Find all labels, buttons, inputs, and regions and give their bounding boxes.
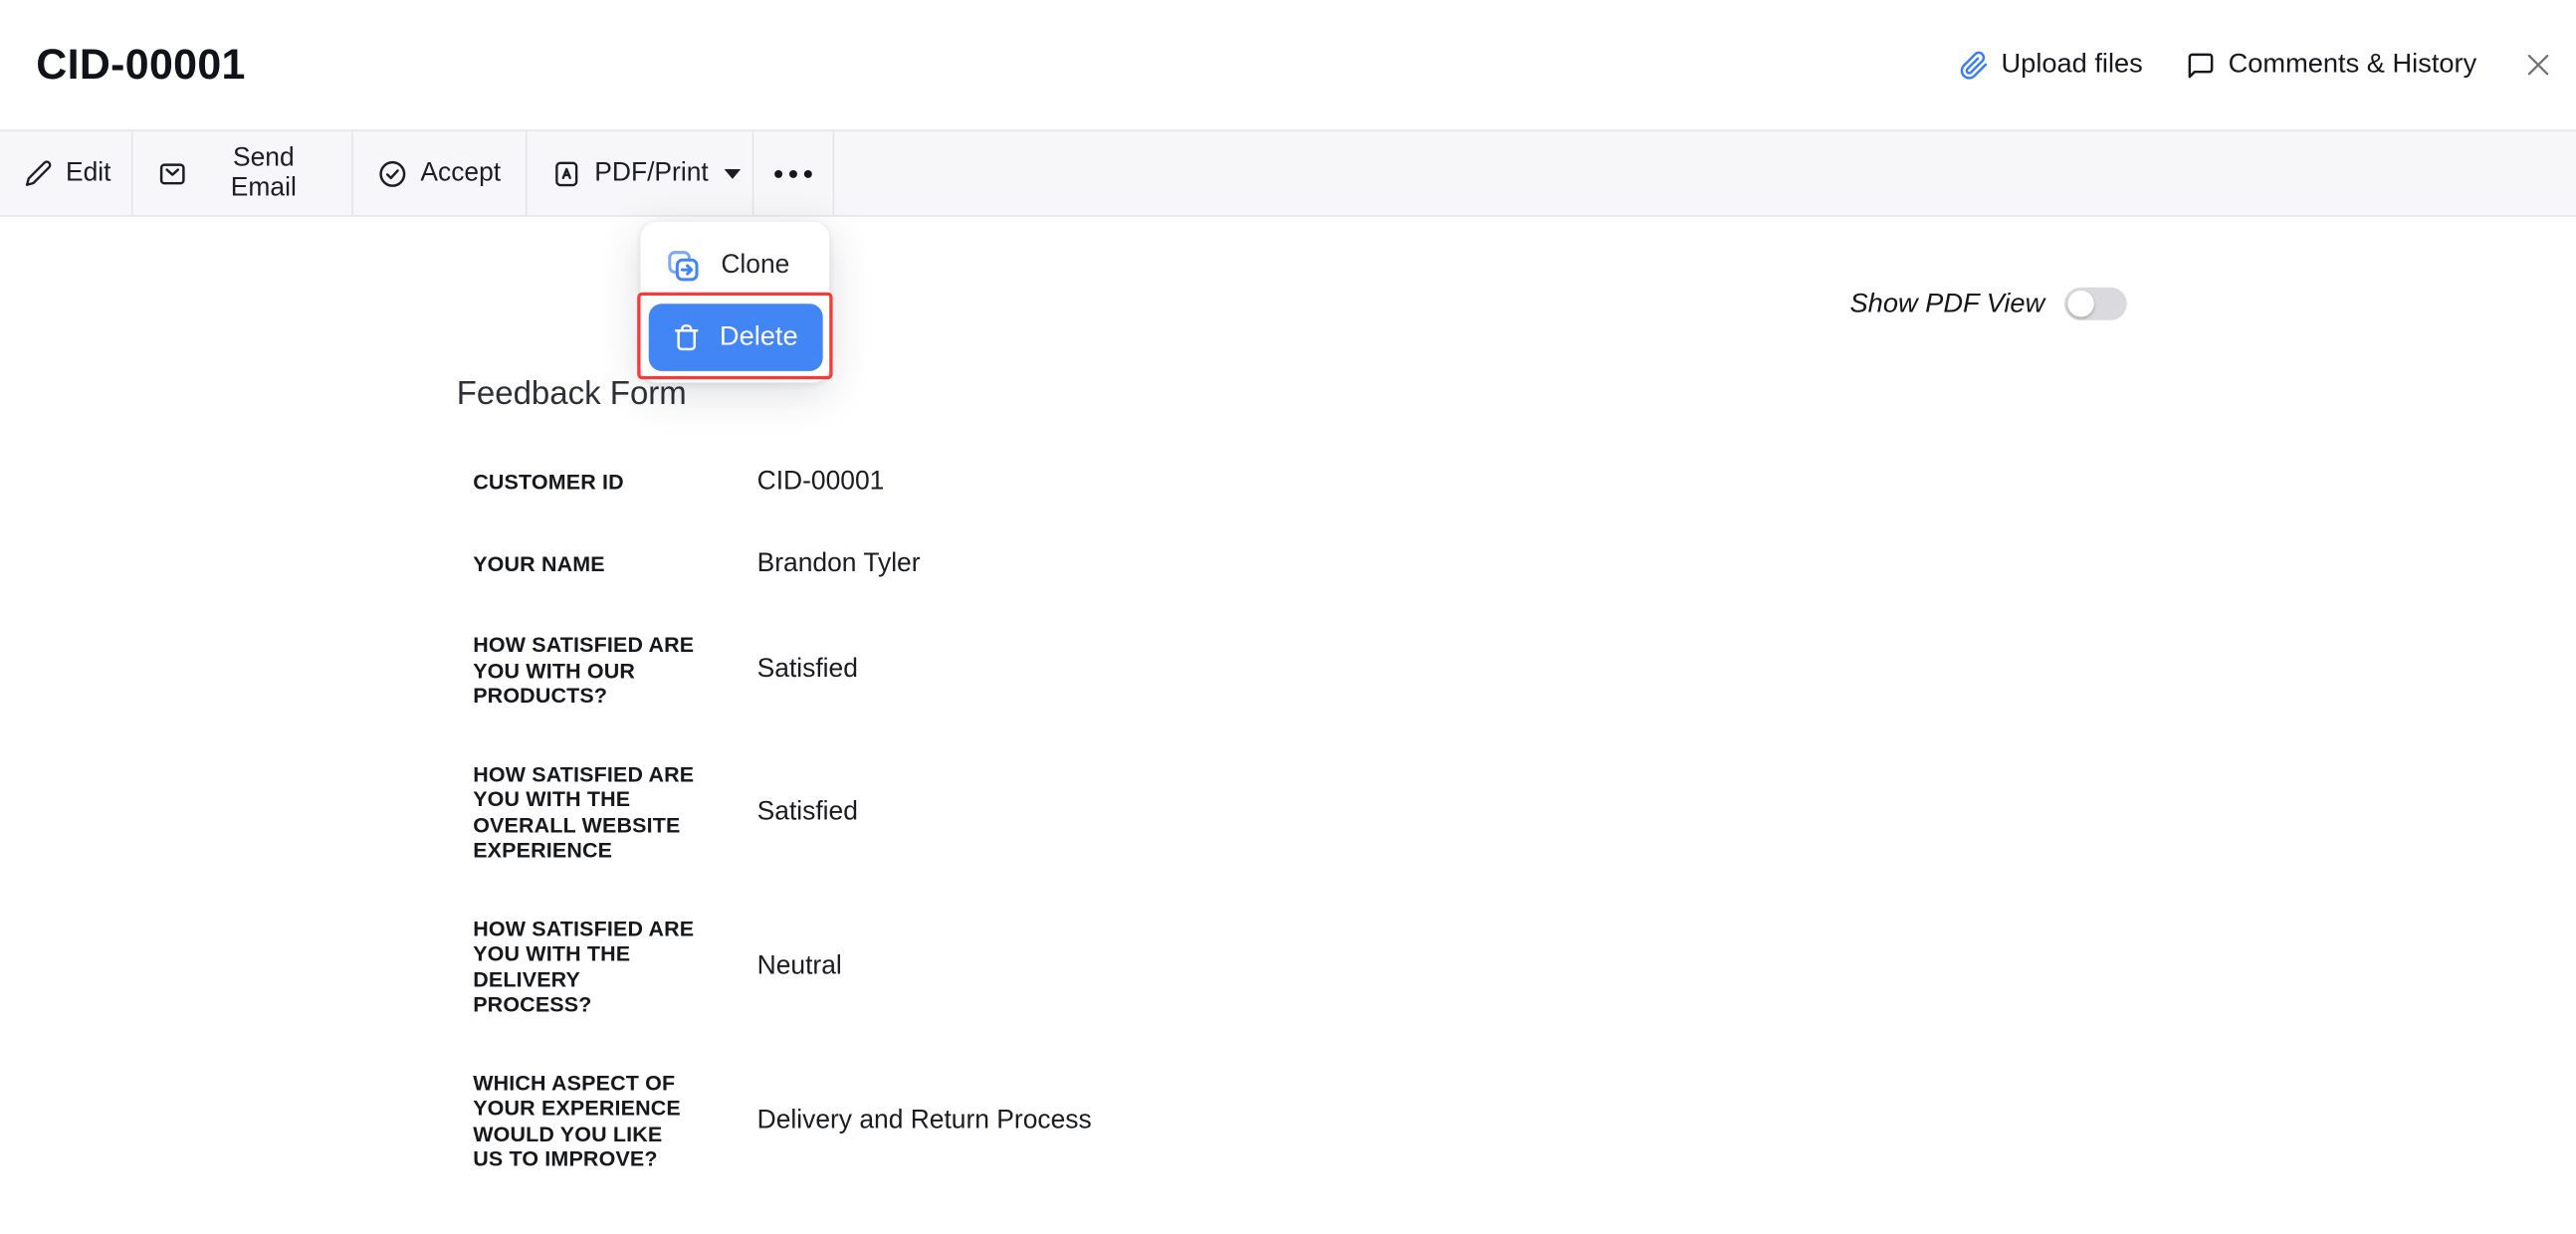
toggle-knob <box>2067 291 2093 316</box>
accept-button[interactable]: Accept <box>353 131 528 215</box>
send-email-label: Send Email <box>200 143 326 202</box>
trash-icon <box>672 321 702 352</box>
ellipsis-icon <box>772 166 815 179</box>
delete-label: Delete <box>720 321 798 352</box>
close-icon <box>2522 50 2553 81</box>
field-row-products-satisfaction: HOW SATISFIED ARE YOU WITH OUR PRODUCTS?… <box>473 632 1091 709</box>
field-row-customer-id: CUSTOMER ID CID-00001 <box>473 468 1091 498</box>
pdf-print-label: PDF/Print <box>594 158 708 188</box>
field-label: YOUR NAME <box>473 552 756 578</box>
menu-item-clone[interactable]: Clone <box>641 235 830 296</box>
pdf-view-toggle-row: Show PDF View <box>1850 288 2127 320</box>
show-pdf-view-label: Show PDF View <box>1850 289 2045 319</box>
comments-history-button[interactable]: Comments & History <box>2186 50 2477 81</box>
accept-label: Accept <box>420 158 501 188</box>
edit-label: Edit <box>66 158 111 188</box>
pdf-print-button[interactable]: PDF/Print <box>528 131 754 215</box>
close-button[interactable] <box>2522 50 2553 81</box>
paperclip-icon <box>1959 50 1989 80</box>
field-value: Satisfied <box>757 656 858 686</box>
comment-bubble-icon <box>2186 50 2216 80</box>
edit-button[interactable]: Edit <box>0 131 133 215</box>
clone-icon <box>665 247 701 283</box>
field-row-your-name: YOUR NAME Brandon Tyler <box>473 550 1091 580</box>
field-row-website-satisfaction: HOW SATISFIED ARE YOU WITH THE OVERALL W… <box>473 761 1091 863</box>
field-value: Delivery and Return Process <box>757 1106 1092 1135</box>
upload-files-button[interactable]: Upload files <box>1959 50 2143 81</box>
field-value: CID-00001 <box>757 468 885 498</box>
field-label: HOW SATISFIED ARE YOU WITH THE OVERALL W… <box>473 761 756 863</box>
chevron-down-icon <box>725 168 742 178</box>
upload-files-label: Upload files <box>2002 50 2143 81</box>
pencil-icon <box>25 159 53 187</box>
field-row-delivery-satisfaction: HOW SATISFIED ARE YOU WITH THE DELIVERY … <box>473 916 1091 1017</box>
comments-history-label: Comments & History <box>2229 50 2477 81</box>
field-label: WHICH ASPECT OF YOUR EXPERIENCE WOULD YO… <box>473 1070 756 1171</box>
clone-label: Clone <box>721 251 789 281</box>
envelope-icon <box>157 158 187 188</box>
field-row-improvement-aspect: WHICH ASPECT OF YOUR EXPERIENCE WOULD YO… <box>473 1070 1091 1171</box>
check-circle-icon <box>378 158 408 188</box>
field-label: HOW SATISFIED ARE YOU WITH OUR PRODUCTS? <box>473 632 756 709</box>
page-title: CID-00001 <box>36 40 245 91</box>
more-actions-menu: Clone Delete <box>641 222 830 383</box>
field-value: Satisfied <box>757 797 858 827</box>
menu-item-delete[interactable]: Delete <box>648 304 822 371</box>
more-actions-button[interactable] <box>753 131 834 215</box>
pdf-file-icon <box>551 158 581 188</box>
header: CID-00001 Upload files Comments & Histor… <box>0 0 2576 129</box>
show-pdf-view-toggle[interactable] <box>2064 288 2127 320</box>
field-label: HOW SATISFIED ARE YOU WITH THE DELIVERY … <box>473 916 756 1017</box>
record-detail-window: CID-00001 Upload files Comments & Histor… <box>0 0 2576 1234</box>
field-label: CUSTOMER ID <box>473 470 756 496</box>
send-email-button[interactable]: Send Email <box>133 131 353 215</box>
form-fields: CUSTOMER ID CID-00001 YOUR NAME Brandon … <box>473 468 1091 1224</box>
field-value: Neutral <box>757 951 842 981</box>
header-actions: Upload files Comments & History <box>1959 50 2554 81</box>
field-value: Brandon Tyler <box>757 550 921 580</box>
record-toolbar: Edit Send Email Accept <box>0 129 2576 216</box>
